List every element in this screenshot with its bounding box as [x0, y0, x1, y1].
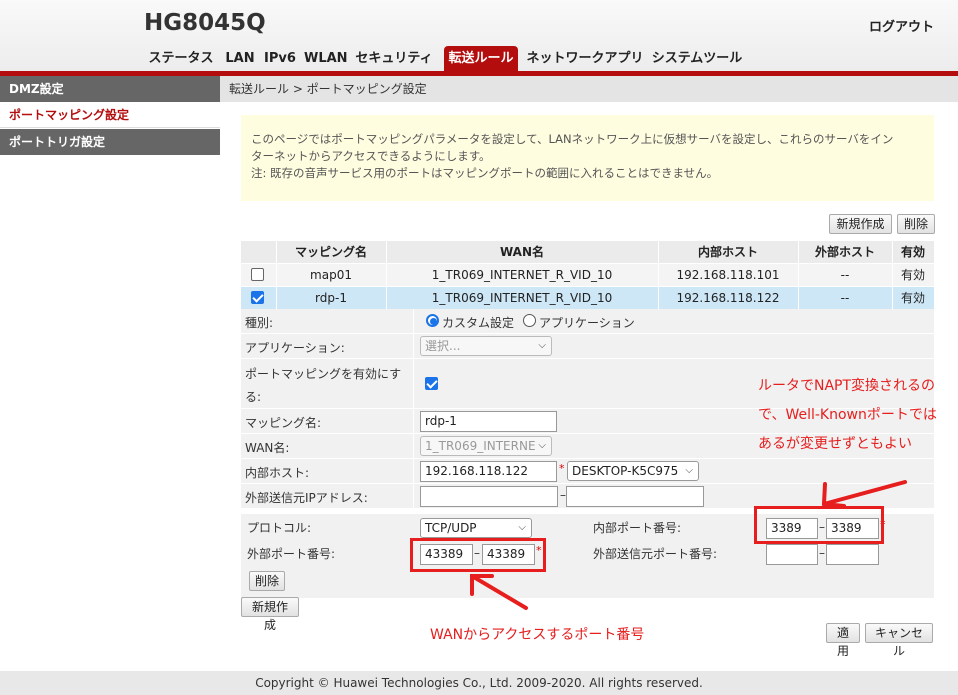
main-menu: ステータス LAN IPv6 WLAN セキュリティ 転送ルール ネットワークア…	[0, 46, 958, 71]
tab-system-tools[interactable]: システムツール	[650, 46, 744, 71]
sidebar: DMZ設定 ポートマッピング設定 ポートトリガ設定	[0, 76, 220, 671]
sidebar-item-dmz[interactable]: DMZ設定	[0, 76, 220, 102]
tab-network-apps[interactable]: ネットワークアプリ	[526, 46, 644, 71]
main-content: 転送ルール > ポートマッピング設定 このページではポートマッピングパラメータを…	[220, 76, 958, 671]
arrow-bottom-shaft	[470, 574, 528, 610]
footer-copyright: Copyright © Huawei Technologies Co., Ltd…	[0, 671, 958, 695]
sidebar-item-port-trigger[interactable]: ポートトリガ設定	[0, 129, 220, 155]
tab-lan[interactable]: LAN	[224, 46, 256, 71]
tab-wlan[interactable]: WLAN	[304, 46, 348, 71]
arrow-right-shaft	[822, 480, 907, 506]
tab-security[interactable]: セキュリティ	[352, 46, 436, 71]
device-model: HG8045Q	[144, 10, 266, 36]
tab-ipv6[interactable]: IPv6	[262, 46, 298, 71]
logout-link[interactable]: ログアウト	[869, 16, 934, 35]
top-header: HG8045Q ログアウト ステータス LAN IPv6 WLAN セキュリティ…	[0, 0, 958, 75]
annotation-arrows	[470, 480, 907, 610]
sidebar-item-port-mapping[interactable]: ポートマッピング設定	[0, 102, 220, 128]
tab-status[interactable]: ステータス	[146, 46, 216, 71]
tab-forwarding-rules[interactable]: 転送ルール	[444, 46, 518, 71]
